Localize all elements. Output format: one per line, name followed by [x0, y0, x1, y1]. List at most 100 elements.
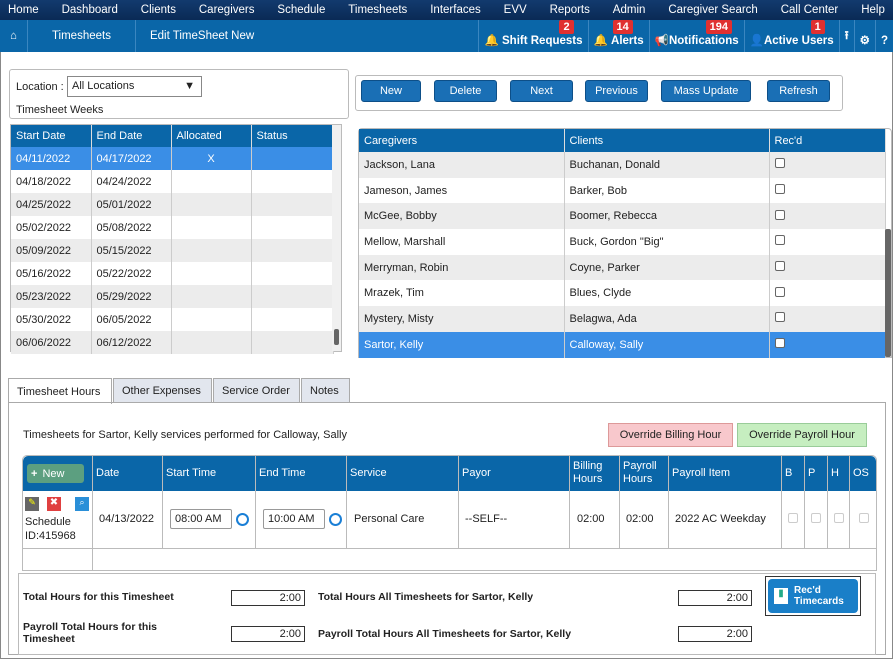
notifications-link[interactable]: 194 📢 Notifications [648, 20, 744, 52]
nav-evv[interactable]: EVV [504, 4, 527, 16]
shift-requests-link[interactable]: 2 🔔 Shift Requests [478, 20, 587, 52]
week-row[interactable]: 06/06/2022 06/12/2022 [11, 331, 334, 354]
alerts-badge: 14 [612, 20, 633, 34]
new-row-button[interactable]: + New [27, 464, 84, 483]
weeks-header[interactable]: Allocated [171, 125, 252, 147]
caregiver-cell: Mellow, Marshall [359, 229, 565, 255]
nav-timesheets[interactable]: Timesheets [348, 4, 407, 16]
os-checkbox[interactable] [859, 513, 869, 523]
search-icon[interactable]: ⌕ [75, 497, 89, 511]
pair-row[interactable]: Mellow, Marshall Buck, Gordon "Big" [359, 229, 886, 255]
start-time-field[interactable]: 08:00 AM [170, 509, 249, 529]
nav-reports[interactable]: Reports [550, 4, 590, 16]
pair-row[interactable]: Merryman, Robin Coyne, Parker [359, 254, 886, 281]
weeks-header[interactable]: End Date [91, 125, 172, 147]
help-icon[interactable]: ? [874, 20, 893, 52]
mass-update-button[interactable]: Mass Update [661, 80, 751, 102]
week-row[interactable]: 04/25/2022 05/01/2022 [11, 193, 334, 216]
recd-checkbox[interactable] [774, 158, 785, 169]
payroll-total-value: 2:00 [231, 626, 305, 642]
tab-other-expenses[interactable]: Other Expenses [113, 378, 212, 403]
recd-checkbox[interactable] [774, 235, 785, 246]
delete-button[interactable]: Delete [434, 80, 497, 102]
week-row[interactable]: 04/18/2022 04/24/2022 [11, 170, 334, 193]
clock-icon[interactable] [236, 512, 249, 526]
location-select[interactable]: All Locations ▼ [67, 76, 202, 97]
p-checkbox[interactable] [811, 513, 821, 523]
week-row[interactable]: 05/23/2022 05/29/2022 [11, 285, 334, 308]
recd-checkbox[interactable] [774, 338, 785, 349]
week-cell [171, 285, 252, 308]
end-time-input[interactable]: 10:00 AM [263, 509, 325, 529]
active-users-link[interactable]: 1 👤 Active Users [743, 20, 839, 52]
pairs-header[interactable]: Rec'd [769, 129, 886, 152]
tab-timesheet-hours[interactable]: Timesheet Hours [8, 378, 112, 404]
pairs-header[interactable]: Caregivers [359, 129, 565, 152]
megaphone-icon: 📢 [654, 35, 669, 47]
pair-row[interactable]: McGee, Bobby Boomer, Rebecca [359, 203, 886, 230]
upload-icon[interactable]: ⭱ [838, 20, 854, 52]
nav-dashboard[interactable]: Dashboard [62, 4, 118, 16]
end-time-field[interactable]: 10:00 AM [263, 509, 342, 529]
clock-icon[interactable] [329, 512, 342, 526]
pair-row[interactable]: Jameson, James Barker, Bob [359, 177, 886, 204]
recd-checkbox[interactable] [774, 312, 785, 323]
tab-service-order[interactable]: Service Order [213, 378, 300, 403]
recd-checkbox[interactable] [774, 261, 785, 272]
weeks-header[interactable]: Status [251, 125, 334, 147]
start-time-input[interactable]: 08:00 AM [170, 509, 232, 529]
weeks-scrollbar[interactable] [332, 125, 341, 351]
weeks-header[interactable]: Start Date [11, 125, 92, 147]
row-payroll-hours: 02:00 [626, 513, 654, 525]
week-row[interactable]: 05/09/2022 05/15/2022 [11, 239, 334, 262]
breadcrumb-timesheets[interactable]: Timesheets [28, 20, 136, 52]
recd-timecards-button[interactable]: ▮ Rec'd Timecards [768, 579, 858, 613]
edit-icon[interactable]: ✎ [25, 497, 39, 511]
recd-checkbox[interactable] [774, 286, 785, 297]
pairs-header[interactable]: Clients [564, 129, 770, 152]
recd-checkbox[interactable] [774, 184, 785, 195]
week-row[interactable]: 05/16/2022 05/22/2022 [11, 262, 334, 285]
tab-notes[interactable]: Notes [301, 378, 350, 403]
week-row[interactable]: 05/02/2022 05/08/2022 [11, 216, 334, 239]
nav-help[interactable]: Help [861, 4, 885, 16]
pair-row[interactable]: Sartor, Kelly Calloway, Sally [359, 331, 886, 358]
nav-schedule[interactable]: Schedule [277, 4, 325, 16]
nav-interfaces[interactable]: Interfaces [430, 4, 481, 16]
b-checkbox[interactable] [788, 513, 798, 523]
week-row[interactable]: 04/11/2022 04/17/2022 X [11, 147, 334, 170]
nav-clients[interactable]: Clients [141, 4, 176, 16]
pair-row[interactable]: Jackson, Lana Buchanan, Donald [359, 152, 886, 178]
recd-checkbox[interactable] [774, 209, 785, 220]
pair-row[interactable]: Mrazek, Tim Blues, Clyde [359, 280, 886, 307]
hours-header: OS [853, 467, 869, 479]
payroll-all-label: Payroll Total Hours All Timesheets for S… [318, 628, 572, 640]
next-button[interactable]: Next [510, 80, 573, 102]
gear-icon[interactable]: ⚙ [853, 20, 875, 52]
nav-home[interactable]: Home [8, 4, 39, 16]
nav-caregivers[interactable]: Caregivers [199, 4, 255, 16]
refresh-button[interactable]: Refresh [767, 80, 830, 102]
nav-admin[interactable]: Admin [613, 4, 646, 16]
hours-row: ✎ ✖ ⌕ Schedule ID:415968 04/13/2022 08:0… [23, 491, 876, 549]
caregiver-cell: Mystery, Misty [359, 306, 565, 332]
delete-icon[interactable]: ✖ [47, 497, 61, 511]
week-cell [251, 216, 334, 239]
total-all-value: 2:00 [678, 590, 752, 606]
pairs-scrollbar[interactable] [885, 229, 891, 357]
alerts-link[interactable]: 14 🔔 Alerts [587, 20, 649, 52]
nav-call-center[interactable]: Call Center [781, 4, 839, 16]
h-checkbox[interactable] [834, 513, 844, 523]
caregiver-cell: McGee, Bobby [359, 203, 565, 230]
nav-caregiver-search[interactable]: Caregiver Search [668, 4, 757, 16]
home-icon[interactable]: ⌂ [0, 20, 28, 52]
new-button[interactable]: New [361, 80, 421, 102]
override-billing-button[interactable]: Override Billing Hour [608, 423, 733, 447]
client-cell: Coyne, Parker [564, 254, 770, 281]
notifications-label: Notifications [668, 35, 739, 47]
previous-button[interactable]: Previous [585, 80, 648, 102]
override-payroll-button[interactable]: Override Payroll Hour [737, 423, 867, 447]
week-row[interactable]: 05/30/2022 06/05/2022 [11, 308, 334, 331]
week-cell: 04/25/2022 [11, 193, 92, 216]
pair-row[interactable]: Mystery, Misty Belagwa, Ada [359, 306, 886, 332]
